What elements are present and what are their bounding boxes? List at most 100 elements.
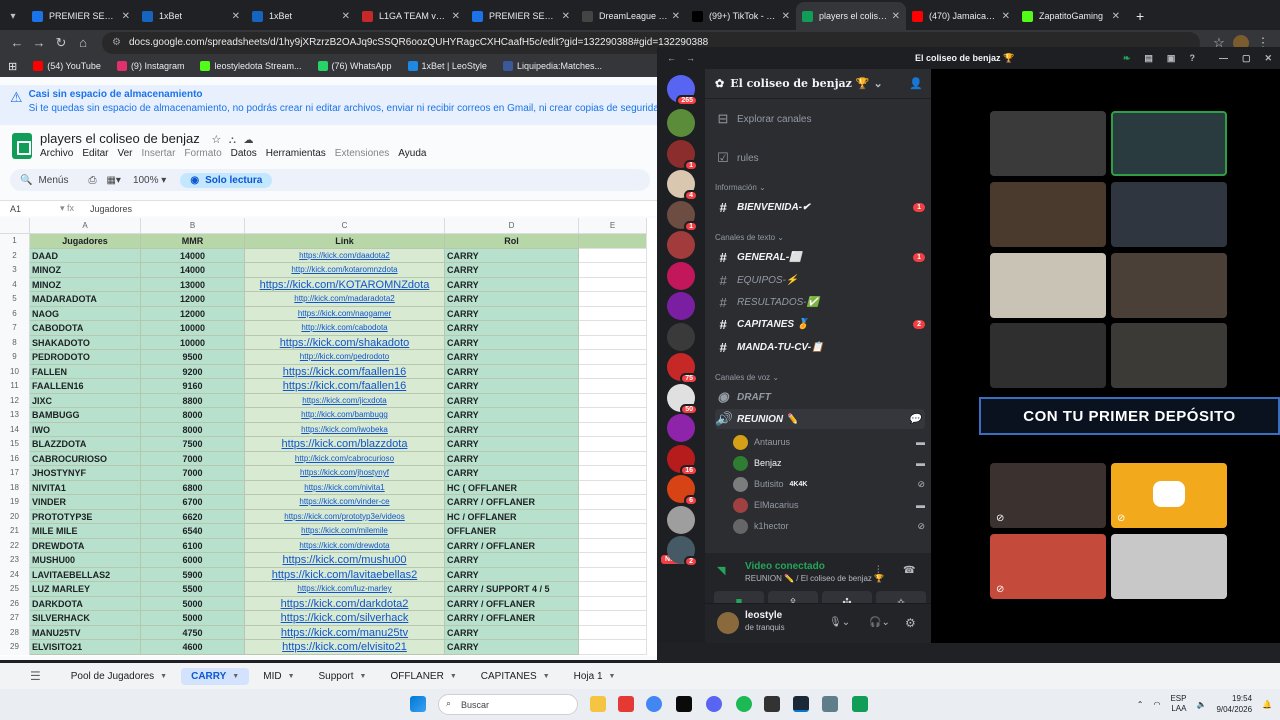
cell-role[interactable]: CARRY / OFFLANER [445, 538, 579, 553]
cell-player[interactable]: LAVITAEBELLAS2 [30, 567, 141, 582]
cell-player[interactable]: PEDRODOTO [30, 350, 141, 365]
browser-tab[interactable]: L1GA TEAM vs M ✕ [356, 2, 466, 30]
sheet-tab[interactable]: CARRY ▼ [181, 667, 250, 685]
read-only-badge[interactable]: ◉ Solo lectura [180, 172, 273, 188]
empty-cell[interactable] [579, 596, 647, 611]
menus-search[interactable]: Menús [38, 175, 68, 186]
menu-archivo[interactable]: Archivo [40, 148, 73, 159]
volume-icon[interactable]: 🔈 [1196, 699, 1206, 710]
text-channel[interactable]: # CAPITANES 🏅 2 [715, 314, 925, 334]
cell-link[interactable]: https://kick.com/daadota2 [245, 248, 445, 263]
menu-editar[interactable]: Editar [82, 148, 108, 159]
browser-tab[interactable]: ZapatitoGaming ✕ [1016, 2, 1126, 30]
bookmark-item[interactable]: (54) YouTube [33, 61, 101, 71]
disconnect-icon[interactable]: ☎ [903, 565, 915, 576]
back-arrow-icon[interactable]: ← [667, 53, 676, 63]
cell-link[interactable]: http://kick.com/cabrocurioso [245, 451, 445, 466]
microphone-icon[interactable]: 🎙⌄ [829, 617, 850, 628]
browser-tab[interactable]: DreamLeague Se ✕ [576, 2, 686, 30]
voice-channel-draft[interactable]: ◉ DRAFT [715, 387, 925, 407]
browser-tab[interactable]: players el coliseo ✕ [796, 2, 906, 30]
row-number[interactable]: 26 [0, 596, 30, 611]
cell-link[interactable]: https://kick.com/darkdota2 [245, 596, 445, 611]
voice-user[interactable]: Benjaz ▬ [733, 454, 925, 472]
cell-mmr[interactable]: 7500 [141, 437, 245, 452]
cell-link[interactable]: https://kick.com/milemile [245, 524, 445, 539]
cell-player[interactable]: VINDER [30, 495, 141, 510]
sheet-tab[interactable]: Support ▼ [309, 668, 377, 685]
row-number[interactable]: 22 [0, 538, 30, 553]
new-tab-button[interactable]: + [1136, 8, 1144, 24]
row-number[interactable]: 24 [0, 567, 30, 582]
row-number[interactable]: 23 [0, 553, 30, 568]
cell-mmr[interactable]: 6800 [141, 480, 245, 495]
column-header-b[interactable]: B [141, 218, 245, 234]
empty-cell[interactable] [579, 466, 647, 481]
empty-cell[interactable] [579, 509, 647, 524]
cell-role[interactable]: CARRY [445, 306, 579, 321]
cell-mmr[interactable]: 5500 [141, 582, 245, 597]
row-number[interactable]: 28 [0, 625, 30, 640]
cell-role[interactable]: HC ( OFFLANER [445, 480, 579, 495]
format-icon[interactable]: ▦▾ [106, 175, 120, 186]
cell-link[interactable]: https://kick.com/mushu00 [245, 553, 445, 568]
browser-tab[interactable]: 1xBet ✕ [136, 2, 246, 30]
tab-close-icon[interactable]: ✕ [1112, 11, 1120, 22]
document-title[interactable]: players el coliseo de benjaz ☆ ⛬ ☁ [40, 131, 253, 146]
user-avatar[interactable] [717, 612, 739, 634]
cell-mmr[interactable]: 9500 [141, 350, 245, 365]
video-tile[interactable]: ⊘ [990, 534, 1106, 599]
header-cell-jugadores[interactable]: Jugadores [30, 234, 141, 249]
cell-player[interactable]: CABROCURIOSO [30, 451, 141, 466]
cell-player[interactable]: BLAZZDOTA [30, 437, 141, 452]
explore-channels[interactable]: ⊟ Explorar canales [715, 109, 925, 129]
cell-link[interactable]: http://kick.com/madaradota2 [245, 292, 445, 307]
cell-role[interactable]: CARRY [445, 321, 579, 336]
clock[interactable]: 19:54 9/04/2026 [1216, 693, 1252, 715]
text-channel[interactable]: # BIENVENIDA-✔ 1 [715, 197, 925, 217]
cell-mmr[interactable]: 10000 [141, 335, 245, 350]
direct-messages-icon[interactable]: 265 [667, 75, 698, 106]
cell-link[interactable]: https://kick.com/nivita1 [245, 480, 445, 495]
empty-cell[interactable] [579, 611, 647, 626]
text-channel[interactable]: # MANDA-TU-CV-📋 [715, 337, 925, 357]
empty-cell[interactable] [579, 263, 647, 278]
cell-mmr[interactable]: 12000 [141, 292, 245, 307]
discord-app-icon[interactable] [706, 696, 722, 712]
cell-link[interactable]: https://kick.com/jhostynyf [245, 466, 445, 481]
server-icon[interactable]: 1 [667, 200, 698, 232]
bookmark-item[interactable]: (9) Instagram [116, 61, 184, 71]
text-channel[interactable]: # EQUIPOS-⚡ [715, 270, 925, 290]
tab-close-icon[interactable]: ✕ [342, 11, 350, 22]
server-icon[interactable]: 1 [667, 139, 698, 171]
cell-role[interactable]: CARRY [445, 451, 579, 466]
browser-tab[interactable]: PREMIER SERIES ✕ [466, 2, 576, 30]
cell-link[interactable]: http://kick.com/kotaromnzdota [245, 263, 445, 278]
empty-cell[interactable] [579, 306, 647, 321]
cell-mmr[interactable]: 14000 [141, 263, 245, 278]
cell-role[interactable]: CARRY / OFFLANER [445, 611, 579, 626]
cell-player[interactable]: NAOG [30, 306, 141, 321]
cell-role[interactable]: OFFLANER [445, 524, 579, 539]
row-number[interactable]: 25 [0, 582, 30, 597]
column-header-c[interactable]: C [245, 218, 445, 234]
cell-mmr[interactable]: 6620 [141, 509, 245, 524]
cell-player[interactable]: IWO [30, 422, 141, 437]
cell-player[interactable]: DREWDOTA [30, 538, 141, 553]
cell-mmr[interactable]: 7000 [141, 451, 245, 466]
cell-mmr[interactable]: 6000 [141, 553, 245, 568]
cell-player[interactable]: JHOSTYNYF [30, 466, 141, 481]
cell-mmr[interactable]: 10000 [141, 321, 245, 336]
server-icon[interactable] [667, 414, 695, 442]
empty-cell[interactable] [579, 538, 647, 553]
row-number[interactable]: 16 [0, 451, 30, 466]
video-tile[interactable] [990, 253, 1106, 318]
chrome-icon[interactable] [646, 696, 662, 712]
calculator-icon[interactable] [822, 696, 838, 712]
column-header-e[interactable]: E [579, 218, 647, 234]
row-number[interactable]: 2 [0, 248, 30, 263]
cell-role[interactable]: HC / OFFLANER [445, 509, 579, 524]
tray-chevron-icon[interactable]: ⌃ [1137, 699, 1144, 710]
server-icon[interactable] [667, 261, 695, 290]
screen-icon[interactable]: ▣ [1167, 53, 1176, 64]
